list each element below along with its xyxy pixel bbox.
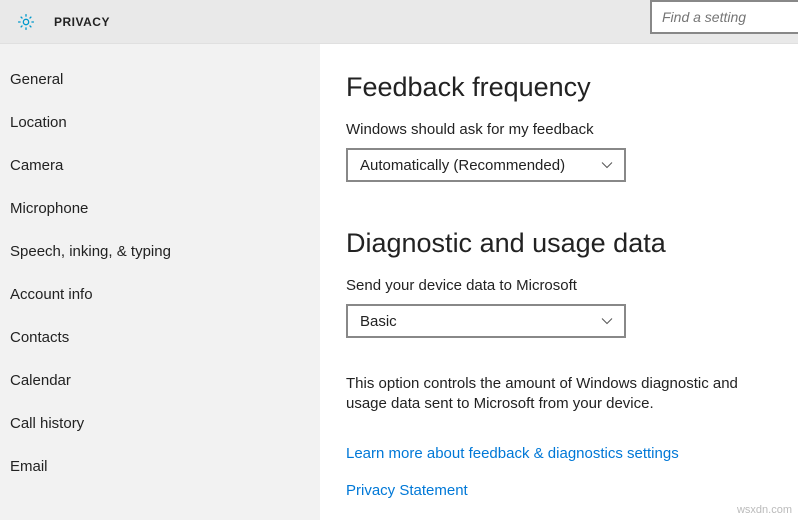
feedback-field-label: Windows should ask for my feedback: [346, 121, 772, 138]
sidebar-item-label: Account info: [10, 286, 93, 303]
sidebar-item-location[interactable]: Location: [0, 101, 320, 144]
dropdown-value: Basic: [360, 313, 397, 330]
sidebar-item-label: Microphone: [10, 200, 88, 217]
sidebar-item-label: Location: [10, 114, 67, 131]
sidebar-item-label: Call history: [10, 415, 84, 432]
sidebar-item-microphone[interactable]: Microphone: [0, 187, 320, 230]
sidebar-item-speech[interactable]: Speech, inking, & typing: [0, 230, 320, 273]
sidebar-item-call-history[interactable]: Call history: [0, 402, 320, 445]
sidebar-item-general[interactable]: General: [0, 58, 320, 101]
privacy-statement-link[interactable]: Privacy Statement: [346, 482, 772, 499]
main-panel: Feedback frequency Windows should ask fo…: [320, 44, 798, 520]
chevron-down-icon: [600, 314, 614, 328]
search-input[interactable]: [652, 2, 798, 32]
sidebar-item-email[interactable]: Email: [0, 445, 320, 488]
page-title: PRIVACY: [54, 15, 110, 29]
sidebar-item-label: Contacts: [10, 329, 69, 346]
sidebar-item-label: Camera: [10, 157, 63, 174]
feedback-frequency-dropdown[interactable]: Automatically (Recommended): [346, 148, 626, 182]
gear-icon: [16, 12, 36, 32]
diagnostic-field-label: Send your device data to Microsoft: [346, 277, 772, 294]
feedback-section-title: Feedback frequency: [346, 72, 772, 103]
sidebar-item-label: Email: [10, 458, 48, 475]
learn-more-link[interactable]: Learn more about feedback & diagnostics …: [346, 445, 772, 462]
search-container: [650, 0, 798, 34]
sidebar: General Location Camera Microphone Speec…: [0, 44, 320, 520]
sidebar-item-label: General: [10, 71, 63, 88]
sidebar-item-camera[interactable]: Camera: [0, 144, 320, 187]
diagnostic-description: This option controls the amount of Windo…: [346, 374, 772, 415]
sidebar-item-calendar[interactable]: Calendar: [0, 359, 320, 402]
diagnostic-level-dropdown[interactable]: Basic: [346, 304, 626, 338]
sidebar-item-label: Calendar: [10, 372, 71, 389]
dropdown-value: Automatically (Recommended): [360, 157, 565, 174]
content-area: General Location Camera Microphone Speec…: [0, 44, 798, 520]
sidebar-item-account-info[interactable]: Account info: [0, 273, 320, 316]
watermark: wsxdn.com: [737, 504, 792, 516]
sidebar-item-label: Speech, inking, & typing: [10, 243, 171, 260]
diagnostic-section-title: Diagnostic and usage data: [346, 228, 772, 259]
chevron-down-icon: [600, 158, 614, 172]
sidebar-item-contacts[interactable]: Contacts: [0, 316, 320, 359]
